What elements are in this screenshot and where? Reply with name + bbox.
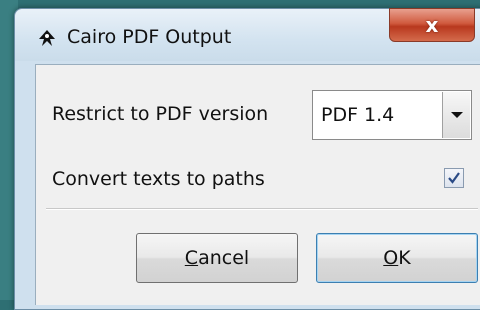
close-button[interactable]: x — [389, 8, 475, 42]
chevron-down-icon — [451, 112, 463, 118]
pdf-version-select[interactable]: PDF 1.4 — [312, 90, 472, 140]
ok-button-label: OK — [383, 247, 411, 269]
title-bar[interactable]: Cairo PDF Output x — [15, 8, 480, 61]
pdf-version-value: PDF 1.4 — [321, 104, 395, 126]
inkscape-icon — [39, 30, 55, 46]
convert-texts-checkbox[interactable] — [444, 168, 464, 188]
cancel-button[interactable]: Cancel — [136, 233, 298, 283]
cancel-button-label: Cancel — [184, 247, 250, 269]
convert-texts-label: Convert texts to paths — [52, 168, 265, 190]
separator — [46, 208, 478, 210]
close-icon: x — [425, 13, 439, 37]
window-title: Cairo PDF Output — [67, 26, 232, 48]
dropdown-button[interactable] — [442, 92, 470, 138]
dialog-content: Restrict to PDF version PDF 1.4 Convert … — [35, 64, 480, 305]
checkmark-icon — [448, 172, 460, 184]
pdf-version-label: Restrict to PDF version — [52, 103, 269, 125]
dialog-window: Cairo PDF Output x Restrict to PDF versi… — [14, 8, 480, 310]
ok-button[interactable]: OK — [316, 233, 478, 283]
